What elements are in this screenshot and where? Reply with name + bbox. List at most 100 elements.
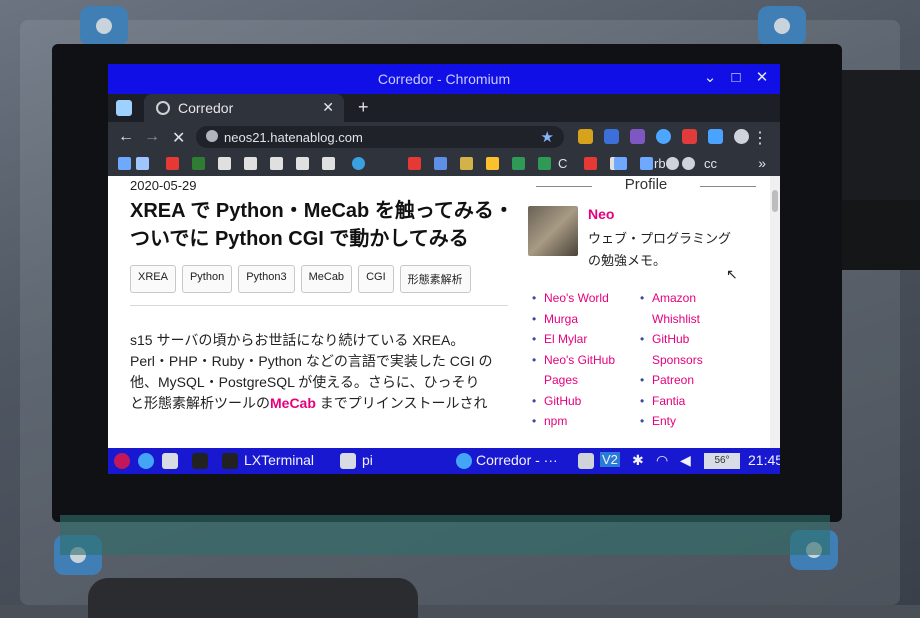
netflix-icon[interactable]	[584, 157, 597, 170]
taskbar: LXTerminal pi Corredor - ··· V2 ✱ ◠ ◀ 56…	[108, 448, 780, 474]
taskbar-corredor[interactable]: Corredor - ···	[476, 452, 558, 468]
display-board	[60, 515, 830, 555]
profile-link[interactable]: Enty	[640, 411, 703, 432]
clock[interactable]: 21:45	[748, 452, 780, 468]
taskbar-lxterminal[interactable]: LXTerminal	[244, 452, 314, 468]
raspberry-menu-icon[interactable]	[114, 453, 130, 469]
profile-link[interactable]: Pages	[532, 370, 615, 391]
bookmark-icon[interactable]	[322, 157, 335, 170]
lxterminal-icon	[222, 453, 238, 469]
bookmark-c[interactable]: C	[558, 156, 567, 171]
folder-icon[interactable]	[640, 157, 653, 170]
profile-link[interactable]: Whishlist	[640, 309, 703, 330]
minimize-icon[interactable]: ⌄	[700, 68, 720, 88]
forward-icon[interactable]: →	[144, 128, 160, 146]
bookmark-star-icon[interactable]: ★	[541, 128, 554, 146]
mecab-link[interactable]: MeCab	[270, 395, 316, 411]
address-bar[interactable]: neos21.hatenablog.com ★	[196, 126, 564, 148]
web-page: 2020-05-29 XREA で Python・MeCab を触ってみる・つい…	[108, 176, 780, 448]
youtube-icon[interactable]	[166, 157, 179, 170]
profile-icon[interactable]	[734, 129, 749, 144]
back-icon[interactable]: ←	[118, 128, 134, 146]
bookmark-icon[interactable]	[136, 157, 149, 170]
article-title[interactable]: XREA で Python・MeCab を触ってみる・ついでに Python C…	[130, 197, 518, 253]
tab-corredor[interactable]: Corredor ✕	[144, 94, 344, 122]
new-tab-icon[interactable]: +	[358, 97, 369, 118]
maximize-icon[interactable]: □	[726, 68, 746, 88]
extension-icon[interactable]	[578, 129, 593, 144]
tag[interactable]: Python3	[238, 265, 295, 293]
hdmi-cable	[830, 70, 920, 200]
bookmark-icon[interactable]	[352, 157, 365, 170]
folder-icon[interactable]	[614, 157, 627, 170]
article-date[interactable]: 2020-05-29	[130, 178, 518, 193]
profile-name[interactable]: Neo	[588, 206, 614, 222]
profile-link[interactable]: Murga	[532, 309, 615, 330]
window-titlebar[interactable]: Corredor - Chromium ⌄ □ ✕	[108, 64, 780, 94]
drive-icon[interactable]	[486, 157, 499, 170]
profile-link[interactable]: Sponsors	[640, 350, 703, 371]
tag[interactable]: XREA	[130, 265, 176, 293]
extension-icon[interactable]	[682, 129, 697, 144]
close-icon[interactable]: ✕	[752, 68, 772, 88]
loading-icon	[156, 101, 170, 115]
menu-icon[interactable]: ⋮	[752, 128, 768, 148]
sheets-icon[interactable]	[538, 157, 551, 170]
extension-icon[interactable]	[604, 129, 619, 144]
folder-icon	[340, 453, 356, 469]
tab-strip: Corredor ✕ +	[108, 94, 780, 122]
bookmark-icon[interactable]	[296, 157, 309, 170]
bookmark-icon[interactable]	[244, 157, 257, 170]
body-text: と形態素解析ツールの	[130, 395, 270, 411]
volume-icon[interactable]: ◀	[680, 452, 691, 469]
tag[interactable]: CGI	[358, 265, 394, 293]
page-scrollbar[interactable]	[770, 176, 780, 448]
avatar[interactable]	[528, 206, 578, 256]
extension-icon[interactable]	[656, 129, 671, 144]
profile-link[interactable]: Neo's GitHub	[532, 350, 615, 371]
tag[interactable]: Python	[181, 265, 233, 293]
bookmark-cc[interactable]: cc	[704, 156, 717, 171]
browser-launcher-icon[interactable]	[138, 453, 154, 469]
wifi-icon[interactable]: ◠	[656, 452, 668, 469]
bookmark-icon[interactable]	[666, 157, 679, 170]
lock-icon[interactable]	[206, 130, 218, 142]
tab-search-icon[interactable]	[116, 100, 132, 116]
profile-link[interactable]: Patreon	[640, 370, 703, 391]
tag[interactable]: 形態素解析	[399, 265, 471, 293]
stop-icon[interactable]: ✕	[172, 128, 185, 148]
bookmark-icon[interactable]	[682, 157, 695, 170]
profile-link[interactable]: Neo's World	[532, 288, 615, 309]
terminal-launcher-icon[interactable]	[192, 453, 208, 469]
bluetooth-icon[interactable]: ✱	[632, 452, 644, 469]
device-edge	[88, 578, 418, 618]
profile-link[interactable]: npm	[532, 411, 615, 432]
taskbar-pi[interactable]: pi	[362, 452, 373, 468]
keyboard-icon[interactable]	[578, 453, 594, 469]
profile-link[interactable]: GitHub	[640, 329, 703, 350]
vnc-icon[interactable]: V2	[600, 452, 620, 467]
profile-links-left: Neo's World Murga El Mylar Neo's GitHub …	[532, 288, 615, 432]
scrollbar-thumb[interactable]	[772, 190, 778, 212]
profile-link[interactable]: Amazon	[640, 288, 703, 309]
extension-icon[interactable]	[630, 129, 645, 144]
body-line-last: と形態素解析ツールのMeCab までプリインストールされ	[130, 393, 518, 414]
bookmark-icon[interactable]	[434, 157, 447, 170]
tab-close-icon[interactable]: ✕	[322, 99, 334, 116]
more-bookmarks-icon[interactable]: »	[758, 155, 766, 171]
pocket-icon[interactable]	[408, 157, 421, 170]
bookmark-icon[interactable]	[460, 157, 473, 170]
sidebar-title: Profile	[526, 176, 766, 193]
bookmark-icon[interactable]	[218, 157, 231, 170]
extension-icon[interactable]	[708, 129, 723, 144]
bookmark-rb[interactable]: rb	[654, 156, 666, 171]
sheets-icon[interactable]	[512, 157, 525, 170]
profile-link[interactable]: Fantia	[640, 391, 703, 412]
file-manager-icon[interactable]	[162, 453, 178, 469]
profile-link[interactable]: El Mylar	[532, 329, 615, 350]
bookmark-icon[interactable]	[192, 157, 205, 170]
folder-icon[interactable]	[118, 157, 131, 170]
bookmark-icon[interactable]	[270, 157, 283, 170]
tag[interactable]: MeCab	[300, 265, 353, 293]
profile-link[interactable]: GitHub	[532, 391, 615, 412]
